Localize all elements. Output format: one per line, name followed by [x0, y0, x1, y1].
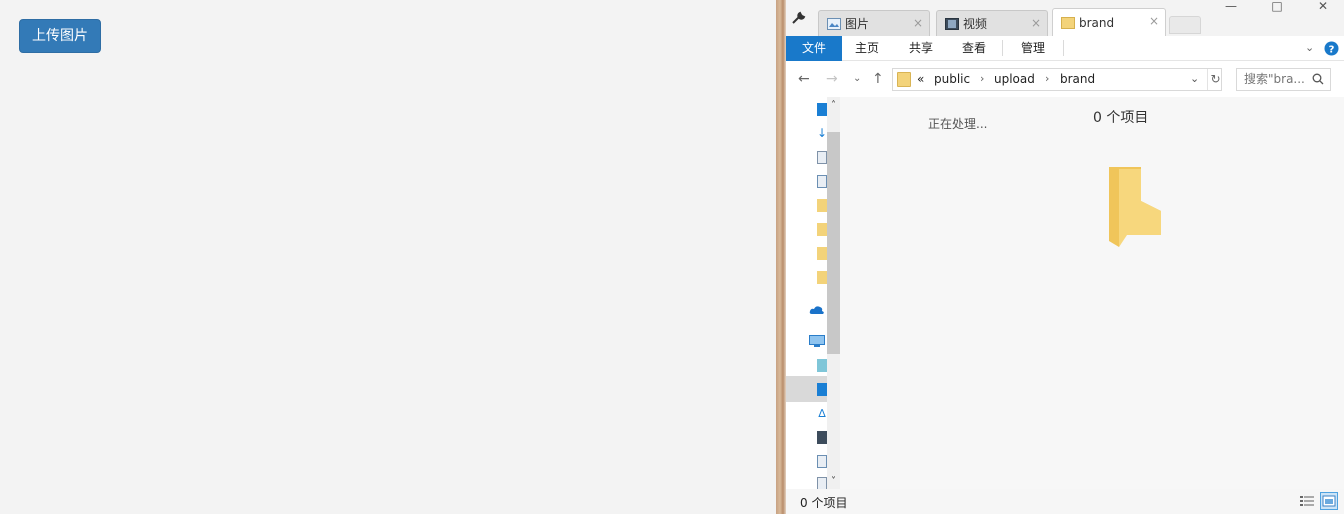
- ribbon-tab-view[interactable]: 查看: [950, 36, 998, 61]
- nav-pictures-icon[interactable]: [817, 175, 827, 188]
- svg-text:?: ?: [1329, 45, 1335, 56]
- scroll-down-icon[interactable]: ˅: [827, 475, 840, 489]
- refresh-icon[interactable]: ↻: [1207, 69, 1223, 90]
- tab-label: brand: [1079, 15, 1115, 30]
- back-arrow-icon[interactable]: ←: [798, 71, 810, 87]
- up-arrow-icon[interactable]: ↑: [872, 71, 884, 87]
- large-icons-view-icon[interactable]: [1320, 492, 1338, 510]
- nav-desktop-icon[interactable]: [817, 103, 827, 116]
- ribbon-tab-share[interactable]: 共享: [896, 36, 946, 61]
- file-list-area[interactable]: 正在处理... 0 个项目: [840, 97, 1344, 489]
- desktop-background-strip: [776, 0, 786, 514]
- ribbon-divider: [1063, 40, 1064, 56]
- search-box[interactable]: [1236, 68, 1331, 91]
- nav-pictures-icon[interactable]: [817, 455, 827, 468]
- forward-arrow-icon[interactable]: →: [826, 71, 838, 87]
- file-explorer-window: 图片 × 视频 × brand × — □ ✕ 文件 主页 共享 查看 管理 ⌄…: [786, 0, 1344, 514]
- tab-pictures[interactable]: 图片 ×: [818, 10, 930, 36]
- maximize-icon[interactable]: □: [1260, 0, 1294, 16]
- details-view-icon[interactable]: [1298, 492, 1316, 510]
- title-bar: 图片 × 视频 × brand × — □ ✕: [786, 0, 1344, 36]
- search-input[interactable]: [1244, 72, 1310, 86]
- picture-folder-icon: [827, 17, 841, 30]
- navigation-bar: ← → ⌄ ↑ « public › upload › brand ⌄ ↻: [786, 61, 1344, 97]
- close-icon[interactable]: ×: [1031, 16, 1041, 30]
- breadcrumb-separator: ›: [1045, 72, 1050, 85]
- minimize-icon[interactable]: —: [1214, 0, 1248, 16]
- breadcrumb-upload[interactable]: upload: [994, 72, 1035, 86]
- folder-icon: [1061, 16, 1075, 29]
- nav-folder-icon[interactable]: [817, 271, 827, 284]
- ribbon-divider: [1002, 40, 1003, 56]
- recent-locations-chevron-icon[interactable]: ⌄: [853, 73, 861, 84]
- help-icon[interactable]: ?: [1324, 41, 1339, 56]
- empty-folder-icon: [1109, 167, 1161, 247]
- close-window-icon[interactable]: ✕: [1306, 0, 1340, 16]
- scroll-up-icon[interactable]: ˄: [827, 99, 840, 113]
- large-icons-view-glyph: [1322, 495, 1336, 507]
- nav-3d-objects-icon[interactable]: [817, 359, 827, 372]
- status-bar: 0 个项目: [786, 489, 1344, 514]
- onedrive-cloud-icon[interactable]: [809, 305, 825, 315]
- web-page: 上传图片: [0, 0, 776, 514]
- ribbon-tab-home[interactable]: 主页: [844, 36, 890, 61]
- address-bar[interactable]: « public › upload › brand ⌄ ↻: [892, 68, 1222, 91]
- breadcrumb-separator: ›: [980, 72, 985, 85]
- ribbon: 文件 主页 共享 查看 管理 ⌄ ?: [786, 36, 1344, 61]
- nav-downloads-icon[interactable]: ↓: [817, 127, 827, 140]
- nav-videos-icon[interactable]: [817, 431, 827, 444]
- processing-text: 正在处理...: [928, 117, 988, 131]
- breadcrumb-brand[interactable]: brand: [1060, 72, 1095, 86]
- wrench-icon[interactable]: [791, 10, 807, 26]
- nav-folder-icon[interactable]: [817, 199, 827, 212]
- breadcrumb-public[interactable]: public: [934, 72, 970, 86]
- folder-icon: [897, 72, 911, 87]
- video-folder-icon: [945, 17, 959, 30]
- item-count-heading: 0 个项目: [1093, 110, 1149, 126]
- new-tab-button[interactable]: [1169, 16, 1201, 34]
- close-icon[interactable]: ×: [913, 16, 923, 30]
- details-view-glyph: [1300, 496, 1314, 506]
- nav-network-icon[interactable]: ∆: [817, 407, 827, 420]
- status-item-count: 0 个项目: [800, 496, 848, 510]
- address-dropdown-chevron-icon[interactable]: ⌄: [1190, 72, 1199, 85]
- tab-label: 图片: [845, 17, 870, 31]
- search-icon[interactable]: [1312, 73, 1324, 85]
- breadcrumb-overflow[interactable]: «: [917, 72, 924, 86]
- ribbon-tab-file[interactable]: 文件: [786, 36, 842, 61]
- nav-folder-icon[interactable]: [817, 223, 827, 236]
- nav-folder-icon[interactable]: [817, 247, 827, 260]
- nav-documents-icon[interactable]: [817, 151, 827, 164]
- tab-videos[interactable]: 视频 ×: [936, 10, 1048, 36]
- ribbon-tab-manage[interactable]: 管理: [1008, 36, 1058, 61]
- ribbon-expand-chevron-icon[interactable]: ⌄: [1305, 41, 1314, 54]
- tab-label: 视频: [963, 17, 988, 31]
- scrollbar-thumb[interactable]: [827, 132, 840, 354]
- close-icon[interactable]: ×: [1149, 14, 1159, 28]
- upload-image-button[interactable]: 上传图片: [19, 19, 101, 53]
- nav-desktop-icon[interactable]: [817, 383, 827, 396]
- this-pc-icon[interactable]: [809, 335, 825, 347]
- tab-brand[interactable]: brand ×: [1052, 8, 1166, 36]
